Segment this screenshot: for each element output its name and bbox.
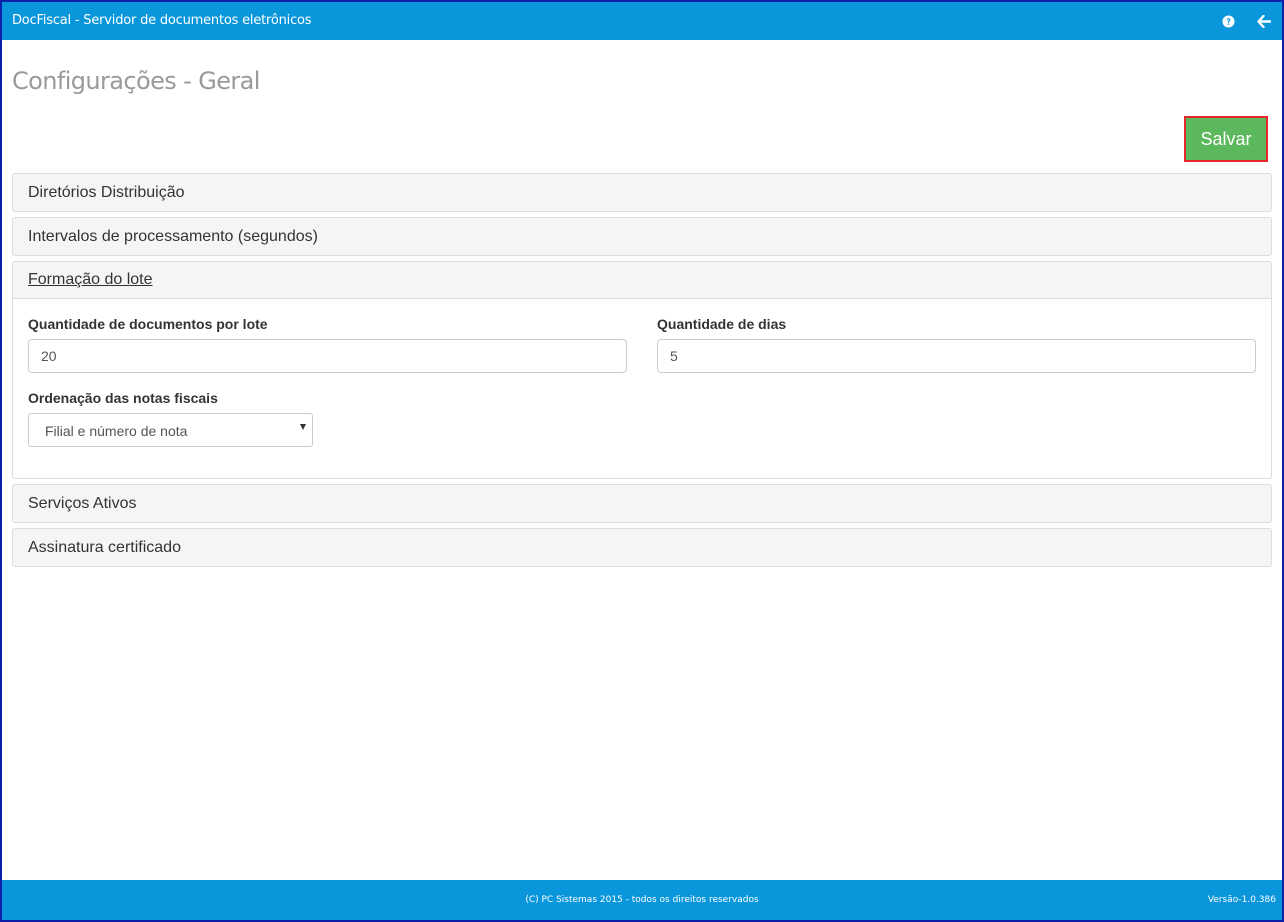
chevron-down-icon (300, 424, 306, 430)
panel-heading-formacao-lote[interactable]: Formação do lote (13, 262, 1271, 299)
panel-heading-intervalos-processamento[interactable]: Intervalos de processamento (segundos) (13, 218, 1271, 255)
panel-body-formacao-lote: Quantidade de documentos por lote Quanti… (13, 299, 1271, 477)
panel-servicos-ativos: Serviços Ativos (12, 484, 1272, 523)
docs-per-batch-label: Quantidade de documentos por lote (28, 316, 268, 332)
footer: (C) PC Sistemas 2015 - todos os direitos… (2, 880, 1282, 920)
ordering-label: Ordenação das notas fiscais (28, 390, 218, 406)
days-input[interactable] (657, 339, 1256, 373)
panel-heading-diretorios-distribuicao[interactable]: Diretórios Distribuição (13, 174, 1271, 211)
footer-version: Versão-1.0.386 (1207, 895, 1276, 905)
question-circle-icon[interactable] (1220, 13, 1236, 29)
top-bar: DocFiscal - Servidor de documentos eletr… (2, 2, 1282, 40)
save-button[interactable]: Salvar (1184, 116, 1268, 162)
docs-per-batch-input[interactable] (28, 339, 627, 373)
arrow-left-icon[interactable] (1256, 13, 1272, 29)
page-title: Configurações - Geral (12, 67, 260, 95)
days-label: Quantidade de dias (657, 316, 787, 332)
app-title: DocFiscal - Servidor de documentos eletr… (12, 13, 312, 28)
panel-formacao-lote: Formação do lote Quantidade de documento… (12, 261, 1272, 479)
footer-copyright: (C) PC Sistemas 2015 - todos os direitos… (525, 895, 759, 905)
panel-heading-servicos-ativos[interactable]: Serviços Ativos (13, 485, 1271, 522)
panel-intervalos-processamento: Intervalos de processamento (segundos) (12, 217, 1272, 256)
app-window: DocFiscal - Servidor de documentos eletr… (0, 0, 1284, 922)
panel-assinatura-certificado: Assinatura certificado (12, 528, 1272, 567)
panel-heading-assinatura-certificado[interactable]: Assinatura certificado (13, 529, 1271, 566)
panel-diretorios-distribuicao: Diretórios Distribuição (12, 173, 1272, 212)
ordering-select-value: Filial e número de nota (45, 423, 188, 439)
ordering-select[interactable]: Filial e número de nota (28, 413, 313, 447)
